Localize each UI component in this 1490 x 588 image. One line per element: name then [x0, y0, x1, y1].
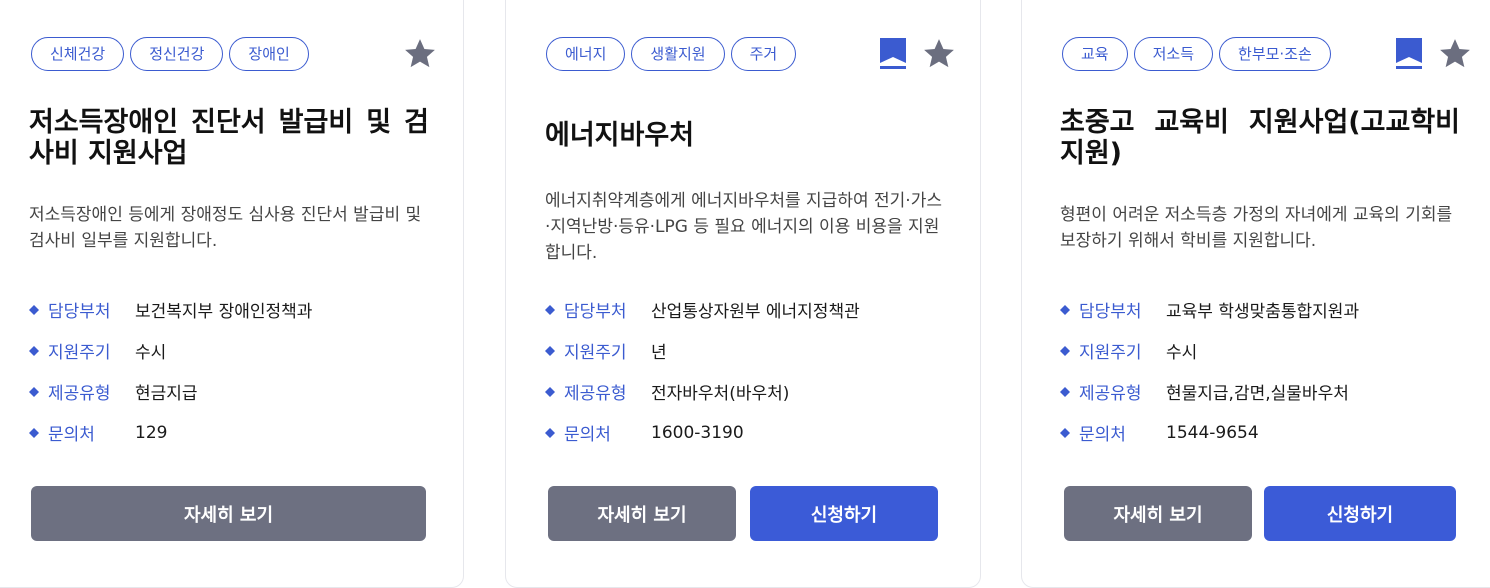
info-value: 현물지급,감면,실물바우처 [1166, 384, 1349, 404]
info-label: 담당부처 [48, 302, 111, 322]
info-value: 현금지급 [135, 384, 198, 404]
diamond-bullet-icon [545, 304, 555, 315]
diamond-bullet-icon [1060, 386, 1070, 397]
star-icon[interactable] [922, 37, 956, 71]
info-list: 담당부처 산업통상자원부 에너지정책관 지원주기 년 제공유형 전자바우처(바우… [545, 289, 860, 453]
info-item: 문의처 129 [29, 412, 312, 453]
info-label: 지원주기 [564, 343, 627, 363]
tag-chip[interactable]: 정신건강 [130, 37, 224, 71]
info-label: 제공유형 [1079, 384, 1142, 404]
tag-list: 교육 저소득 한부모·조손 [1062, 37, 1331, 71]
info-label: 담당부처 [564, 302, 627, 322]
info-item: 제공유형 전자바우처(바우처) [545, 371, 860, 412]
card-title: 에너지바우처 [545, 120, 695, 151]
tag-list: 에너지 생활지원 주거 [546, 37, 797, 71]
info-label: 지원주기 [48, 343, 111, 363]
apply-button[interactable]: 신청하기 [750, 486, 938, 541]
diamond-bullet-icon [1060, 345, 1070, 356]
info-item: 제공유형 현금지급 [29, 371, 312, 412]
info-label: 문의처 [48, 425, 95, 445]
tag-chip[interactable]: 주거 [730, 37, 797, 71]
info-label: 문의처 [1079, 425, 1126, 445]
star-icon[interactable] [1438, 37, 1472, 71]
info-label: 제공유형 [564, 384, 627, 404]
info-item: 지원주기 수시 [1060, 330, 1359, 371]
apply-button[interactable]: 신청하기 [1264, 486, 1456, 541]
info-item: 담당부처 산업통상자원부 에너지정책관 [545, 289, 860, 330]
card-title: 초중고 교육비 지원사업(고교학비 지원) [1060, 107, 1460, 169]
info-value: 1544-9654 [1166, 422, 1259, 443]
info-value: 수시 [135, 343, 167, 363]
card-title: 저소득장애인 진단서 발급비 및 검사비 지원사업 [29, 107, 429, 169]
card-description: 저소득장애인 등에게 장애정도 심사용 진단서 발급비 및 검사비 일부를 지원… [29, 205, 422, 251]
info-item: 문의처 1600-3190 [545, 412, 860, 453]
diamond-bullet-icon [545, 345, 555, 356]
tag-chip[interactable]: 생활지원 [631, 37, 725, 71]
info-value: 수시 [1166, 343, 1198, 363]
info-value: 산업통상자원부 에너지정책관 [651, 302, 860, 322]
info-item: 제공유형 현물지급,감면,실물바우처 [1060, 371, 1359, 412]
detail-button[interactable]: 자세히 보기 [548, 486, 736, 541]
tag-chip[interactable]: 교육 [1062, 37, 1128, 71]
service-card: 교육 저소득 한부모·조손 초중고 교육비 지원사업(고교학비 지원) 형편이 … [1021, 0, 1490, 588]
card-actions [1392, 37, 1472, 71]
tag-chip[interactable]: 한부모·조손 [1219, 37, 1331, 71]
info-value: 129 [135, 422, 168, 443]
diamond-bullet-icon [545, 386, 555, 397]
card-actions [403, 37, 437, 71]
info-value: 전자바우처(바우처) [651, 384, 790, 404]
info-label: 문의처 [564, 425, 611, 445]
info-list: 담당부처 보건복지부 장애인정책과 지원주기 수시 제공유형 현금지급 문의처 … [29, 289, 312, 453]
service-card: 에너지 생활지원 주거 에너지바우처 에너지취약계층에게 에너지바우처를 지급하… [505, 0, 981, 588]
diamond-bullet-icon [545, 427, 555, 438]
diamond-bullet-icon [29, 345, 39, 356]
info-value: 년 [651, 343, 667, 363]
info-item: 담당부처 보건복지부 장애인정책과 [29, 289, 312, 330]
detail-button[interactable]: 자세히 보기 [31, 486, 426, 541]
diamond-bullet-icon [1060, 304, 1070, 315]
bookmark-icon[interactable] [876, 37, 910, 71]
info-label: 제공유형 [48, 384, 111, 404]
info-value: 1600-3190 [651, 422, 744, 443]
info-label: 담당부처 [1079, 302, 1142, 322]
card-actions [876, 37, 956, 71]
tag-chip[interactable]: 저소득 [1133, 37, 1214, 71]
tag-chip[interactable]: 장애인 [229, 37, 309, 71]
detail-button[interactable]: 자세히 보기 [1064, 486, 1252, 541]
info-value: 보건복지부 장애인정책과 [135, 302, 313, 322]
tag-chip[interactable]: 신체건강 [31, 37, 125, 71]
bookmark-icon[interactable] [1392, 37, 1426, 71]
diamond-bullet-icon [29, 427, 39, 438]
info-value: 교육부 학생맞춤통합지원과 [1166, 302, 1360, 322]
info-item: 지원주기 년 [545, 330, 860, 371]
star-icon[interactable] [403, 37, 437, 71]
card-description: 형편이 어려운 저소득층 가정의 자녀에게 교육의 기회를 보장하기 위해서 학… [1060, 205, 1453, 251]
service-card: 신체건강 정신건강 장애인 저소득장애인 진단서 발급비 및 검사비 지원사업 … [0, 0, 464, 588]
info-item: 담당부처 교육부 학생맞춤통합지원과 [1060, 289, 1359, 330]
diamond-bullet-icon [29, 386, 39, 397]
info-label: 지원주기 [1079, 343, 1142, 363]
card-description: 에너지취약계층에게 에너지바우처를 지급하여 전기·가스·지역난방·등유·LPG… [545, 191, 942, 263]
info-item: 문의처 1544-9654 [1060, 412, 1359, 453]
diamond-bullet-icon [1060, 427, 1070, 438]
info-item: 지원주기 수시 [29, 330, 312, 371]
info-list: 담당부처 교육부 학생맞춤통합지원과 지원주기 수시 제공유형 현물지급,감면,… [1060, 289, 1359, 453]
tag-list: 신체건강 정신건강 장애인 [31, 37, 309, 71]
diamond-bullet-icon [29, 304, 39, 315]
tag-chip[interactable]: 에너지 [546, 37, 626, 71]
